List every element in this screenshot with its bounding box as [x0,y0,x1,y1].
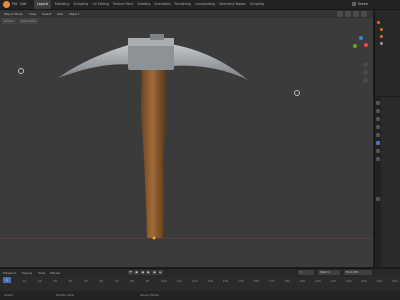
tab-animation[interactable]: Animation [154,0,170,9]
outliner-panel[interactable] [374,10,400,96]
ruler-tick-label: 160 [253,279,260,283]
menu-playback[interactable]: Playback [3,269,16,277]
tab-scripting[interactable]: Scripting [250,0,264,9]
playback-controls: ⏮ ◆ ◀ ▶ ◆ ⏭ [128,270,163,276]
menu-view[interactable]: View [38,269,45,277]
menu-marker[interactable]: Marker [50,269,60,277]
ruler-tick-label: 50 [84,279,88,283]
start-frame-field[interactable]: Start 1 [318,270,340,275]
prev-keyframe-button[interactable]: ◆ [134,270,139,275]
playhead[interactable]: 1 [3,277,11,283]
material-tab-icon[interactable] [376,157,380,161]
end-frame-field[interactable]: End 250 [344,270,372,275]
frame-ruler[interactable]: 0102030405060708090100110120130140150160… [0,278,400,284]
ruler-tick-label: 210 [330,279,337,283]
start-value: 1 [328,270,331,274]
ruler-tick-label: 100 [161,279,167,283]
tab-compositing[interactable]: Compositing [195,0,215,9]
ruler-tick-label: 250 [392,279,398,283]
object-icon [380,42,383,45]
status-bar: Select Rotate View Object Mode [0,291,400,300]
outliner-row[interactable] [377,20,399,25]
tab-texture-paint[interactable]: Texture Paint [113,0,134,9]
view-layer-tab-icon[interactable] [376,125,380,129]
ruler-tick-label: 80 [130,279,135,283]
menu-keying[interactable]: Keying [22,269,32,277]
object-tab-icon[interactable] [376,141,380,145]
workspace-tabs: Layout Modeling Sculpting UV Editing Tex… [34,0,264,9]
ruler-tick-label: 180 [284,279,290,283]
tool-tab-icon[interactable] [376,101,380,105]
collection-icon [377,21,380,24]
output-tab-icon[interactable] [376,117,380,121]
ruler-tick-label: 40 [68,279,73,283]
ruler-tick-label: 20 [37,279,42,283]
tab-shading[interactable]: Shading [137,0,150,9]
object-origin-icon [152,236,156,240]
properties-tabs [375,97,381,267]
ruler-tick-label: 110 [176,279,183,283]
scene-icon [352,2,356,6]
ruler-tick-label: 190 [299,279,306,283]
play-reverse-button[interactable]: ◀ [140,270,145,275]
pickaxe-handle [141,62,166,238]
menu-edit[interactable]: Edit [20,0,26,9]
start-label: Start [320,270,328,274]
play-button[interactable]: ▶ [146,270,151,275]
timeline-editor[interactable]: Playback Keying View Marker ⏮ ◆ ◀ ▶ ◆ ⏭ … [0,268,400,291]
blender-logo-icon[interactable] [3,1,10,8]
current-frame-field[interactable]: 1 [298,270,314,275]
ruler-tick-label: 240 [376,279,383,283]
tab-geometry-nodes[interactable]: Geometry Nodes [219,0,246,9]
pickaxe-right-blade [170,44,248,80]
outliner-row[interactable] [377,27,399,32]
status-rotate-hint: Rotate View [56,293,74,297]
ruler-tick-label: 130 [207,279,213,283]
end-value: 250 [352,270,359,274]
object-icon [380,35,383,38]
ruler-tick-label: 70 [114,279,119,283]
ruler-tick-label: 60 [99,279,104,283]
properties-panel[interactable] [374,97,400,267]
scene-selector[interactable]: Scene [352,1,398,8]
next-keyframe-button[interactable]: ◆ [152,270,157,275]
ruler-tick-label: 90 [145,279,150,283]
tab-uv-editing[interactable]: UV Editing [92,0,109,9]
ruler-tick-label: 10 [22,279,27,283]
ruler-tick-label: 30 [53,279,58,283]
tab-rendering[interactable]: Rendering [175,0,191,9]
main-menu: File Edit [12,0,27,9]
top-menu-bar: File Edit Layout Modeling Sculpting UV E… [0,0,400,10]
tab-layout[interactable]: Layout [34,0,51,9]
texture-tab-icon[interactable] [376,197,380,201]
tab-modeling[interactable]: Modeling [55,0,70,9]
timeline-header: Playback Keying View Marker ⏮ ◆ ◀ ▶ ◆ ⏭ … [0,269,400,277]
ruler-tick-label: 140 [222,279,229,283]
outliner-row[interactable] [377,34,399,39]
jump-end-button[interactable]: ⏭ [158,270,163,275]
render-tab-icon[interactable] [376,109,380,113]
outliner-row[interactable] [377,41,399,46]
tab-sculpting[interactable]: Sculpting [73,0,88,9]
status-select-hint: Select [4,293,14,297]
ruler-tick-label: 230 [361,279,367,283]
menu-file[interactable]: File [12,0,17,9]
ruler-tick-label: 220 [345,279,352,283]
ruler-tick-label: 170 [268,279,275,283]
3d-viewport[interactable]: Object Mode View Select Add Object Globa… [0,10,373,267]
pickaxe-head-cap [150,34,164,40]
scene-tab-icon[interactable] [376,133,380,137]
pickaxe-model[interactable] [0,10,373,267]
object-icon [380,28,383,31]
status-mode-hint: Object Mode [140,293,159,297]
ruler-tick-label: 150 [238,279,244,283]
jump-start-button[interactable]: ⏮ [128,270,133,275]
end-label: End [346,270,352,274]
ruler-tick-label: 200 [315,279,321,283]
modifier-tab-icon[interactable] [376,149,380,153]
ruler-tick-label: 120 [191,279,198,283]
scene-label: Scene [358,2,368,6]
pickaxe-left-blade [58,44,134,78]
